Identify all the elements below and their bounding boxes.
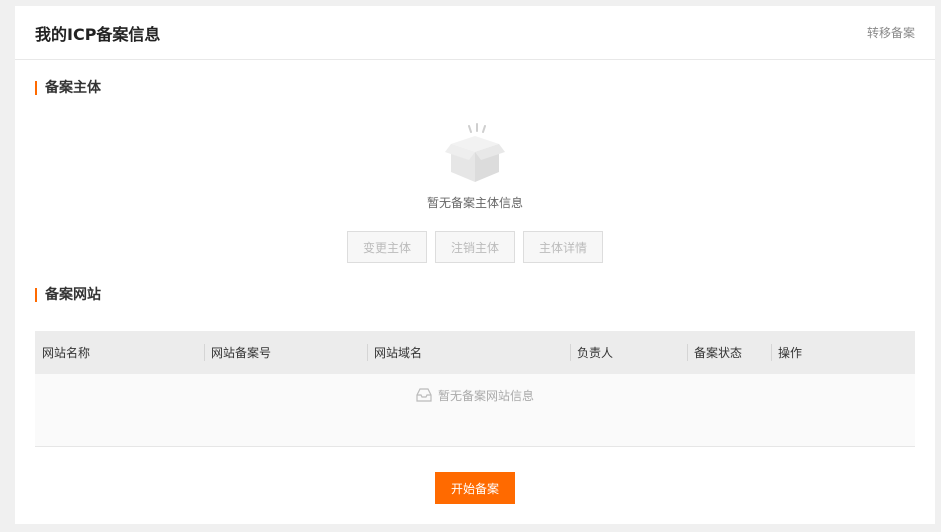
subject-actions: 变更主体 注销主体 主体详情: [347, 231, 603, 263]
column-header-filing-number: 网站备案号: [204, 331, 367, 374]
column-header-domain: 网站域名: [367, 331, 570, 374]
change-subject-button[interactable]: 变更主体: [347, 231, 427, 263]
column-header-status: 备案状态: [687, 331, 771, 374]
website-table: 网站名称 网站备案号 网站域名 负责人 备案状态 操作 暂无备案网站信息: [35, 331, 915, 447]
table-empty-row: 暂无备案网站信息: [35, 374, 915, 447]
inbox-tray-icon: [416, 388, 432, 402]
transfer-filing-link[interactable]: 转移备案: [867, 24, 915, 41]
card-header: 我的ICP备案信息 转移备案: [15, 6, 935, 60]
subject-empty-text: 暂无备案主体信息: [426, 196, 523, 210]
icp-info-card: 我的ICP备案信息 转移备案 备案主体 暂无备案主体信息 变更主体 注销主体 主…: [15, 6, 935, 524]
section-title-subject: 备案主体: [35, 80, 101, 96]
section-title-website: 备案网站: [35, 287, 101, 303]
column-header-actions: 操作: [771, 331, 915, 374]
table-header: 网站名称 网站备案号 网站域名 负责人 备案状态 操作: [35, 331, 915, 374]
start-filing-button[interactable]: 开始备案: [435, 472, 515, 504]
subject-details-button[interactable]: 主体详情: [523, 231, 603, 263]
column-header-site-name: 网站名称: [42, 346, 91, 360]
cancel-subject-button[interactable]: 注销主体: [435, 231, 515, 263]
page-title: 我的ICP备案信息: [35, 24, 161, 44]
column-header-owner: 负责人: [570, 331, 687, 374]
website-empty-text: 暂无备案网站信息: [437, 389, 534, 403]
open-box-icon: [445, 123, 505, 182]
